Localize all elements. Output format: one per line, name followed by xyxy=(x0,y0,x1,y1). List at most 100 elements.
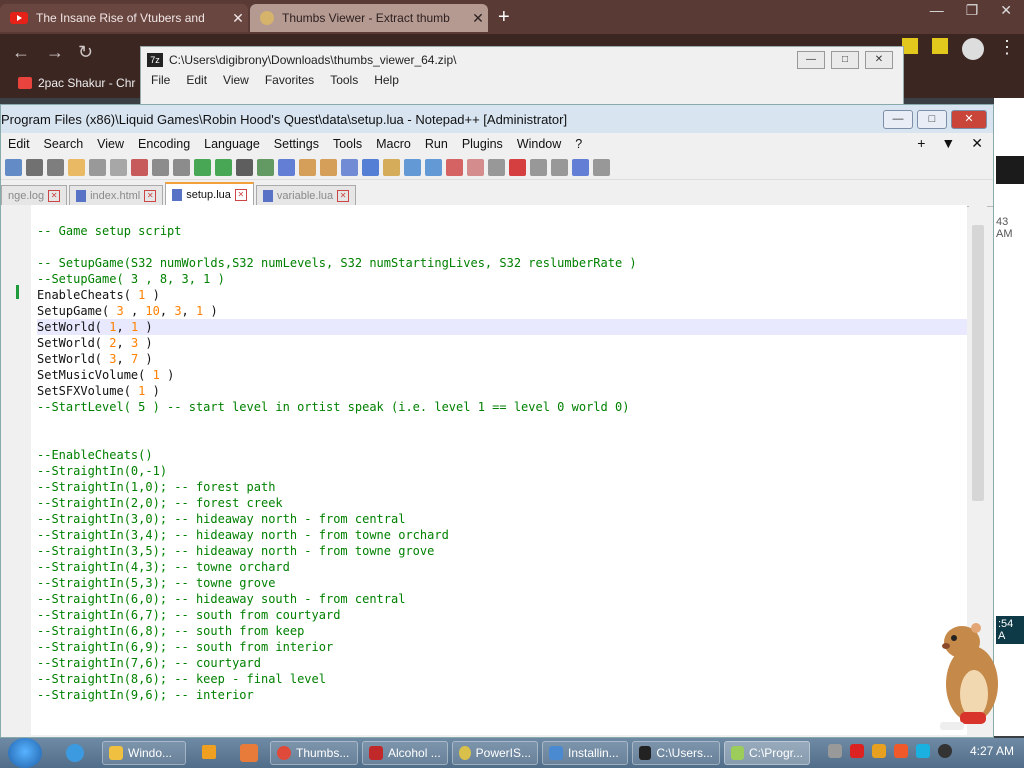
close-icon[interactable]: ✕ xyxy=(1000,2,1012,19)
toolbar-button-icon[interactable] xyxy=(383,158,400,176)
menu-macro[interactable]: Macro xyxy=(369,137,418,151)
toolbar-button-icon[interactable] xyxy=(530,158,547,176)
restore-icon[interactable]: ❐ xyxy=(966,2,979,19)
menu-file[interactable]: File xyxy=(151,73,170,87)
app-icon[interactable] xyxy=(240,744,258,762)
internet-explorer-icon[interactable] xyxy=(66,744,84,762)
media-player-icon[interactable] xyxy=(202,745,216,759)
toolbar-button-icon[interactable] xyxy=(26,158,43,176)
toolbar-button-icon[interactable] xyxy=(509,158,526,176)
minimize-button[interactable]: — xyxy=(883,110,913,129)
tray-icon[interactable] xyxy=(893,744,908,758)
menu-window[interactable]: Window xyxy=(510,137,568,151)
toolbar-button-icon[interactable] xyxy=(425,158,442,176)
toolbar-button-icon[interactable] xyxy=(341,158,358,176)
back-icon[interactable]: ← xyxy=(12,42,30,63)
toolbar-button-icon[interactable] xyxy=(299,158,316,176)
close-button[interactable]: ✕ xyxy=(951,110,987,129)
menu-help[interactable]: Help xyxy=(374,73,399,87)
minimize-icon[interactable]: — xyxy=(930,2,944,19)
taskbar-item-installing[interactable]: Installin... xyxy=(542,741,628,765)
toolbar-button-icon[interactable] xyxy=(551,158,568,176)
menu-view[interactable]: View xyxy=(223,73,249,87)
toolbar-button-icon[interactable] xyxy=(173,158,190,176)
close-tab-icon[interactable]: ✕ xyxy=(48,190,61,202)
taskbar-item-alcohol[interactable]: Alcohol ... xyxy=(362,741,448,765)
tray-icon[interactable] xyxy=(915,744,930,758)
reload-icon[interactable]: ↻ xyxy=(78,42,93,63)
toolbar-button-icon[interactable] xyxy=(320,158,337,176)
volume-icon[interactable] xyxy=(937,744,952,758)
dropdown-icon[interactable]: ▼ xyxy=(941,135,955,152)
toolbar-button-icon[interactable] xyxy=(257,158,274,176)
start-button[interactable] xyxy=(8,738,42,768)
tray-icon[interactable] xyxy=(871,744,886,758)
close-tab-icon[interactable]: ✕ xyxy=(228,10,248,27)
menu-settings[interactable]: Settings xyxy=(267,137,326,151)
profile-avatar[interactable] xyxy=(962,38,984,60)
plus-icon[interactable]: + xyxy=(917,135,925,152)
code-editor[interactable]: -- Game setup script -- SetupGame(S32 nu… xyxy=(1,205,967,735)
maximize-button[interactable]: □ xyxy=(831,51,859,69)
tab-setup-lua[interactable]: setup.lua ✕ xyxy=(165,182,254,206)
menu-run[interactable]: Run xyxy=(418,137,455,151)
minimize-button[interactable]: — xyxy=(797,51,825,69)
extension-icon[interactable] xyxy=(932,38,948,54)
tab-index-html[interactable]: index.html ✕ xyxy=(69,185,164,206)
close-tab-icon[interactable]: ✕ xyxy=(468,10,488,27)
taskbar-item-windows-explorer[interactable]: Windo... xyxy=(102,741,186,765)
tray-icon[interactable] xyxy=(849,744,864,758)
scrollbar-thumb[interactable] xyxy=(972,225,984,501)
menu-plugins[interactable]: Plugins xyxy=(455,137,510,151)
toolbar-button-icon[interactable] xyxy=(215,158,232,176)
maximize-button[interactable]: □ xyxy=(917,110,947,129)
browser-tab-thumbs-viewer[interactable]: Thumbs Viewer - Extract thumb ✕ xyxy=(250,4,488,32)
tab-nge-log[interactable]: nge.log ✕ xyxy=(1,185,68,206)
toolbar-button-icon[interactable] xyxy=(152,158,169,176)
menu-search[interactable]: Search xyxy=(37,137,91,151)
taskbar-item-7zip[interactable]: C:\Users... xyxy=(632,741,720,765)
close-tab-icon[interactable]: ✕ xyxy=(234,189,247,201)
code-content[interactable]: -- Game setup script -- SetupGame(S32 nu… xyxy=(37,223,967,703)
menu-view[interactable]: View xyxy=(90,137,131,151)
toolbar-button-icon[interactable] xyxy=(236,158,253,176)
menu-help[interactable]: ? xyxy=(568,137,589,151)
close-tab-icon[interactable]: ✕ xyxy=(337,190,350,202)
bookmark-item[interactable]: 2pac Shakur - Chr xyxy=(18,76,135,90)
close-button[interactable]: ✕ xyxy=(865,51,893,69)
toolbar-button-icon[interactable] xyxy=(89,158,106,176)
menu-encoding[interactable]: Encoding xyxy=(131,137,197,151)
forward-icon[interactable]: → xyxy=(46,42,64,63)
toolbar-button-icon[interactable] xyxy=(5,158,22,176)
toolbar-button-icon[interactable] xyxy=(278,158,295,176)
taskbar-item-notepad-plus-plus[interactable]: C:\Progr... xyxy=(724,741,810,765)
new-tab-button[interactable]: + xyxy=(498,6,510,29)
toolbar-button-icon[interactable] xyxy=(194,158,211,176)
menu-dots-icon[interactable]: ⋮ xyxy=(998,38,1016,60)
menu-favorites[interactable]: Favorites xyxy=(265,73,314,87)
toolbar-button-icon[interactable] xyxy=(488,158,505,176)
tab-variable-lua[interactable]: variable.lua ✕ xyxy=(255,185,357,206)
menu-edit[interactable]: Edit xyxy=(1,137,37,151)
menu-edit[interactable]: Edit xyxy=(186,73,207,87)
menu-language[interactable]: Language xyxy=(197,137,267,151)
browser-tab-youtube[interactable]: The Insane Rise of Vtubers and ✕ xyxy=(0,4,248,32)
toolbar-button-icon[interactable] xyxy=(131,158,148,176)
taskbar-item-poweriso[interactable]: PowerIS... xyxy=(452,741,538,765)
menu-tools[interactable]: Tools xyxy=(330,73,358,87)
toolbar-button-icon[interactable] xyxy=(446,158,463,176)
close-tab-icon[interactable]: ✕ xyxy=(144,190,157,202)
toolbar-button-icon[interactable] xyxy=(467,158,484,176)
tray-icon[interactable] xyxy=(827,744,842,758)
toolbar-button-icon[interactable] xyxy=(110,158,127,176)
extension-icon[interactable] xyxy=(902,38,918,54)
menu-tools[interactable]: Tools xyxy=(326,137,369,151)
taskbar-item-chrome[interactable]: Thumbs... xyxy=(270,741,358,765)
toolbar-button-icon[interactable] xyxy=(47,158,64,176)
toolbar-button-icon[interactable] xyxy=(68,158,85,176)
toolbar-button-icon[interactable] xyxy=(593,158,610,176)
toolbar-button-icon[interactable] xyxy=(404,158,421,176)
clock[interactable]: 4:27 AM xyxy=(970,744,1014,758)
toolbar-button-icon[interactable] xyxy=(362,158,379,176)
close-document-icon[interactable]: ✕ xyxy=(971,135,983,152)
